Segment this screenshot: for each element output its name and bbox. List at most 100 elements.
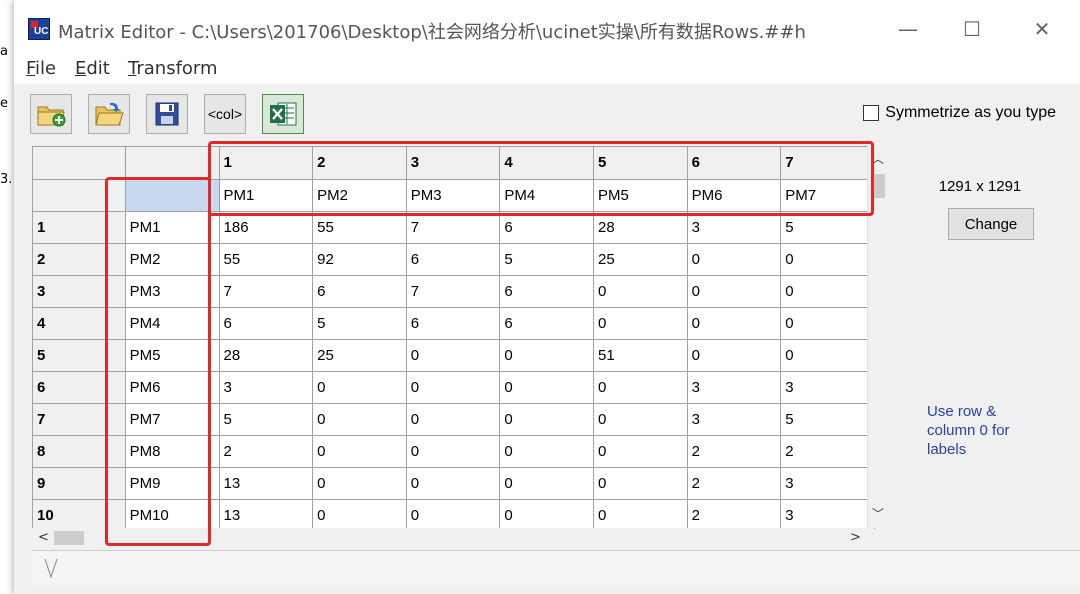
scroll-down-icon[interactable]: ﹀ (872, 505, 884, 522)
matrix-cell[interactable]: 13 (219, 499, 314, 529)
matrix-cell[interactable]: 55 (312, 211, 407, 244)
matrix-cell[interactable]: 5 (312, 307, 407, 340)
row-number-header[interactable]: 9 (33, 467, 126, 500)
matrix-cell[interactable]: 3 (687, 371, 782, 404)
column-number-header[interactable]: 5 (593, 147, 688, 180)
matrix-cell[interactable]: 0 (406, 371, 501, 404)
matrix-cell[interactable]: 0 (312, 435, 407, 468)
menu-edit[interactable]: Edit (75, 58, 110, 79)
change-dimensions-button[interactable]: Change (948, 208, 1034, 240)
row-number-header[interactable]: 8 (33, 435, 126, 468)
matrix-cell[interactable]: 0 (312, 371, 407, 404)
matrix-cell[interactable]: 2 (687, 499, 782, 529)
matrix-cell[interactable]: 0 (406, 467, 501, 500)
save-button[interactable] (146, 94, 188, 134)
matrix-cell[interactable]: 0 (593, 275, 688, 308)
matrix-cell[interactable]: 5 (780, 211, 875, 244)
vertical-scroll-thumb[interactable] (871, 174, 885, 198)
column-label-cell[interactable]: PM3 (406, 179, 501, 212)
matrix-cell[interactable]: 2 (219, 435, 314, 468)
row-number-header[interactable]: 10 (33, 499, 126, 529)
matrix-cell[interactable]: 0 (406, 435, 501, 468)
menu-transform[interactable]: Transform (128, 58, 218, 79)
matrix-cell[interactable]: 0 (780, 339, 875, 372)
minimize-button[interactable]: — (888, 14, 928, 44)
matrix-cell[interactable]: 0 (593, 467, 688, 500)
row-number-header[interactable]: 2 (33, 243, 126, 276)
column-number-header[interactable]: 3 (406, 147, 501, 180)
scroll-up-icon[interactable]: ︿ (872, 150, 884, 167)
horizontal-scrollbar[interactable]: < > (32, 528, 874, 548)
row-label-cell[interactable]: PM8 (125, 435, 220, 468)
matrix-cell[interactable]: 0 (780, 243, 875, 276)
menu-file[interactable]: File (26, 58, 56, 79)
matrix-cell[interactable]: 3 (219, 371, 314, 404)
matrix-cell[interactable]: 51 (593, 339, 688, 372)
row-number-header[interactable]: 3 (33, 275, 126, 308)
column-number-header[interactable]: 4 (499, 147, 595, 180)
matrix-cell[interactable]: 0 (499, 467, 595, 500)
matrix-cell[interactable]: 0 (780, 275, 875, 308)
vertical-scrollbar[interactable]: ︿ ﹀ (867, 146, 888, 528)
matrix-cell[interactable]: 2 (687, 435, 782, 468)
close-button[interactable]: ✕ (1022, 14, 1062, 44)
matrix-cell[interactable]: 7 (219, 275, 314, 308)
matrix-cell[interactable]: 0 (499, 339, 595, 372)
selected-corner-cell[interactable] (125, 179, 220, 212)
row-label-cell[interactable]: PM1 (125, 211, 220, 244)
symmetrize-toggle[interactable]: Symmetrize as you type (863, 104, 1056, 122)
row-label-cell[interactable]: PM10 (125, 499, 220, 529)
matrix-cell[interactable]: 0 (687, 307, 782, 340)
matrix-cell[interactable]: 3 (780, 499, 875, 529)
matrix-cell[interactable]: 6 (406, 243, 501, 276)
matrix-cell[interactable]: 0 (593, 499, 688, 529)
matrix-cell[interactable]: 25 (312, 339, 407, 372)
scroll-right-icon[interactable]: > (850, 530, 861, 545)
row-label-cell[interactable]: PM3 (125, 275, 220, 308)
row-number-header[interactable]: 4 (33, 307, 126, 340)
matrix-cell[interactable]: 2 (687, 467, 782, 500)
matrix-cell[interactable]: 0 (687, 243, 782, 276)
matrix-cell[interactable]: 0 (499, 403, 595, 436)
matrix-cell[interactable]: 0 (593, 403, 688, 436)
matrix-cell[interactable]: 6 (499, 211, 595, 244)
column-label-cell[interactable]: PM4 (499, 179, 595, 212)
matrix-cell[interactable]: 13 (219, 467, 314, 500)
matrix-cell[interactable]: 0 (406, 339, 501, 372)
excel-button[interactable] (262, 94, 304, 134)
matrix-grid[interactable]: 1 2 3 4 5 6 7 PM1 PM2 PM3 PM4 PM5 PM6 PM7 1 PM1 186 55 7 6 2… (32, 146, 875, 529)
row-number-header[interactable]: 7 (33, 403, 126, 436)
column-number-header[interactable]: 1 (219, 147, 314, 180)
matrix-cell[interactable]: 6 (499, 275, 595, 308)
row-label-cell[interactable]: PM9 (125, 467, 220, 500)
row-number-header[interactable]: 1 (33, 211, 126, 244)
new-matrix-button[interactable] (30, 94, 72, 134)
matrix-cell[interactable]: 0 (593, 371, 688, 404)
matrix-cell[interactable]: 0 (406, 403, 501, 436)
matrix-cell[interactable]: 0 (312, 403, 407, 436)
row-label-cell[interactable]: PM7 (125, 403, 220, 436)
symmetrize-checkbox[interactable] (863, 105, 880, 121)
matrix-cell[interactable]: 0 (406, 499, 501, 529)
column-label-cell[interactable]: PM7 (780, 179, 875, 212)
matrix-cell[interactable]: 0 (593, 307, 688, 340)
matrix-cell[interactable]: 7 (406, 275, 501, 308)
row-label-cell[interactable]: PM6 (125, 371, 220, 404)
matrix-cell[interactable]: 55 (219, 243, 314, 276)
open-button[interactable] (88, 94, 130, 134)
matrix-cell[interactable]: 5 (499, 243, 595, 276)
title-bar[interactable]: Matrix Editor - C:\Users\201706\Desktop\… (14, 0, 1080, 54)
horizontal-scroll-thumb[interactable] (54, 531, 84, 545)
matrix-cell[interactable]: 186 (219, 211, 314, 244)
matrix-cell[interactable]: 5 (780, 403, 875, 436)
matrix-table[interactable]: 1 2 3 4 5 6 7 PM1 PM2 PM3 PM4 PM5 PM6 PM7 1 PM1 186 55 7 6 2… (33, 147, 875, 529)
matrix-cell[interactable]: 5 (219, 403, 314, 436)
matrix-cell[interactable]: 6 (499, 307, 595, 340)
matrix-cell[interactable]: 92 (312, 243, 407, 276)
matrix-cell[interactable]: 28 (593, 211, 688, 244)
row-label-cell[interactable]: PM4 (125, 307, 220, 340)
matrix-cell[interactable]: 25 (593, 243, 688, 276)
column-label-cell[interactable]: PM5 (593, 179, 688, 212)
row-label-cell[interactable]: PM2 (125, 243, 220, 276)
matrix-cell[interactable]: 0 (593, 435, 688, 468)
